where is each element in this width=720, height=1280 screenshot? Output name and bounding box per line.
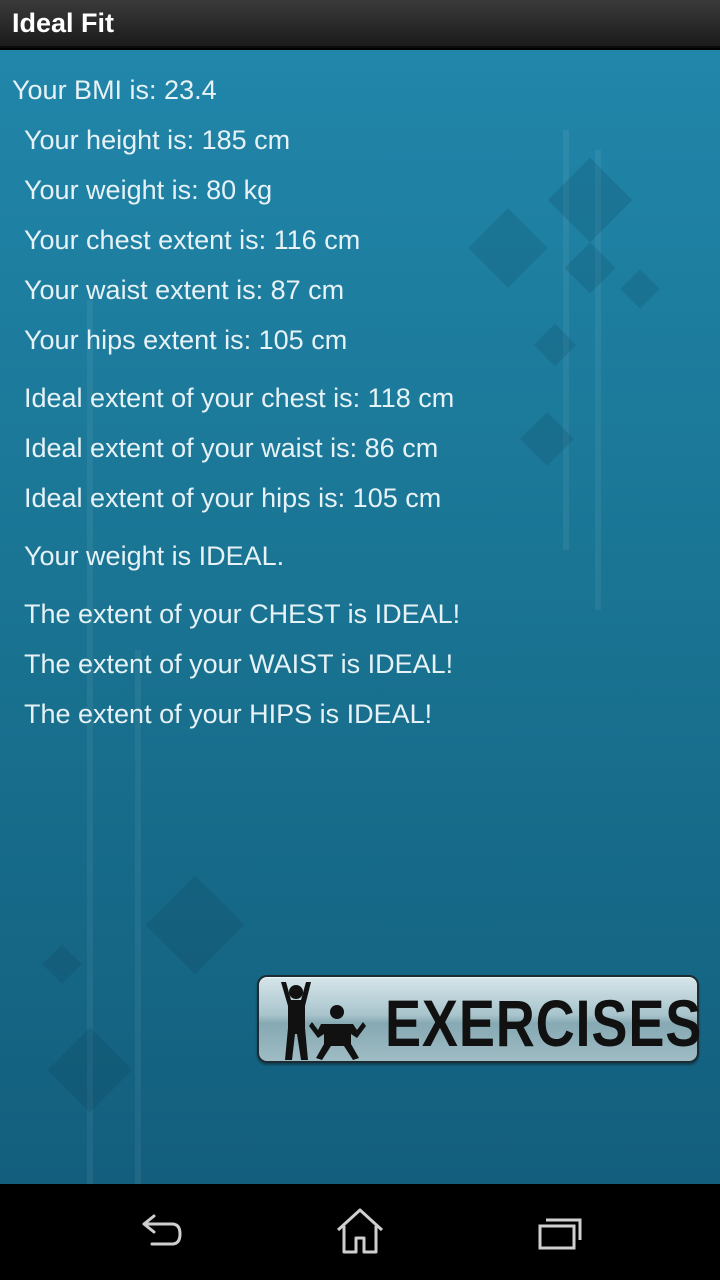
chest-text: Your chest extent is: 116 cm [24, 225, 361, 255]
ideal-waist-text: Ideal extent of your waist is: 86 cm [24, 433, 439, 463]
waist-verdict-text: The extent of your WAIST is IDEAL! [24, 649, 454, 679]
weight-verdict-text: Your weight is IDEAL. [24, 541, 285, 571]
action-bar: Ideal Fit [0, 0, 720, 48]
waist-text: Your waist extent is: 87 cm [24, 275, 345, 305]
exercise-figures-icon [281, 982, 366, 1060]
back-button[interactable] [130, 1204, 190, 1260]
weight-text: Your weight is: 80 kg [24, 175, 273, 205]
ideal-hips-text: Ideal extent of your hips is: 105 cm [24, 483, 442, 513]
recent-apps-icon [538, 1218, 582, 1250]
ideal-chest-text: Ideal extent of your chest is: 118 cm [24, 383, 455, 413]
chest-verdict-text: The extent of your CHEST is IDEAL! [24, 599, 461, 629]
home-button[interactable] [330, 1204, 390, 1260]
hips-text: Your hips extent is: 105 cm [24, 325, 348, 355]
home-icon [336, 1208, 384, 1254]
app-title: Ideal Fit [12, 8, 115, 38]
exercises-label: EXERCISES [385, 986, 703, 1060]
results-screen: Your BMI is: 23.4 Your height is: 185 cm… [0, 50, 720, 1184]
exercises-button[interactable]: EXERCISES [257, 975, 703, 1063]
system-nav-bar [0, 1184, 720, 1280]
back-icon [142, 1214, 182, 1246]
bmi-text: Your BMI is: 23.4 [12, 75, 217, 105]
height-text: Your height is: 185 cm [24, 125, 291, 155]
hips-verdict-text: The extent of your HIPS is IDEAL! [24, 699, 433, 729]
recent-apps-button[interactable] [530, 1204, 590, 1260]
